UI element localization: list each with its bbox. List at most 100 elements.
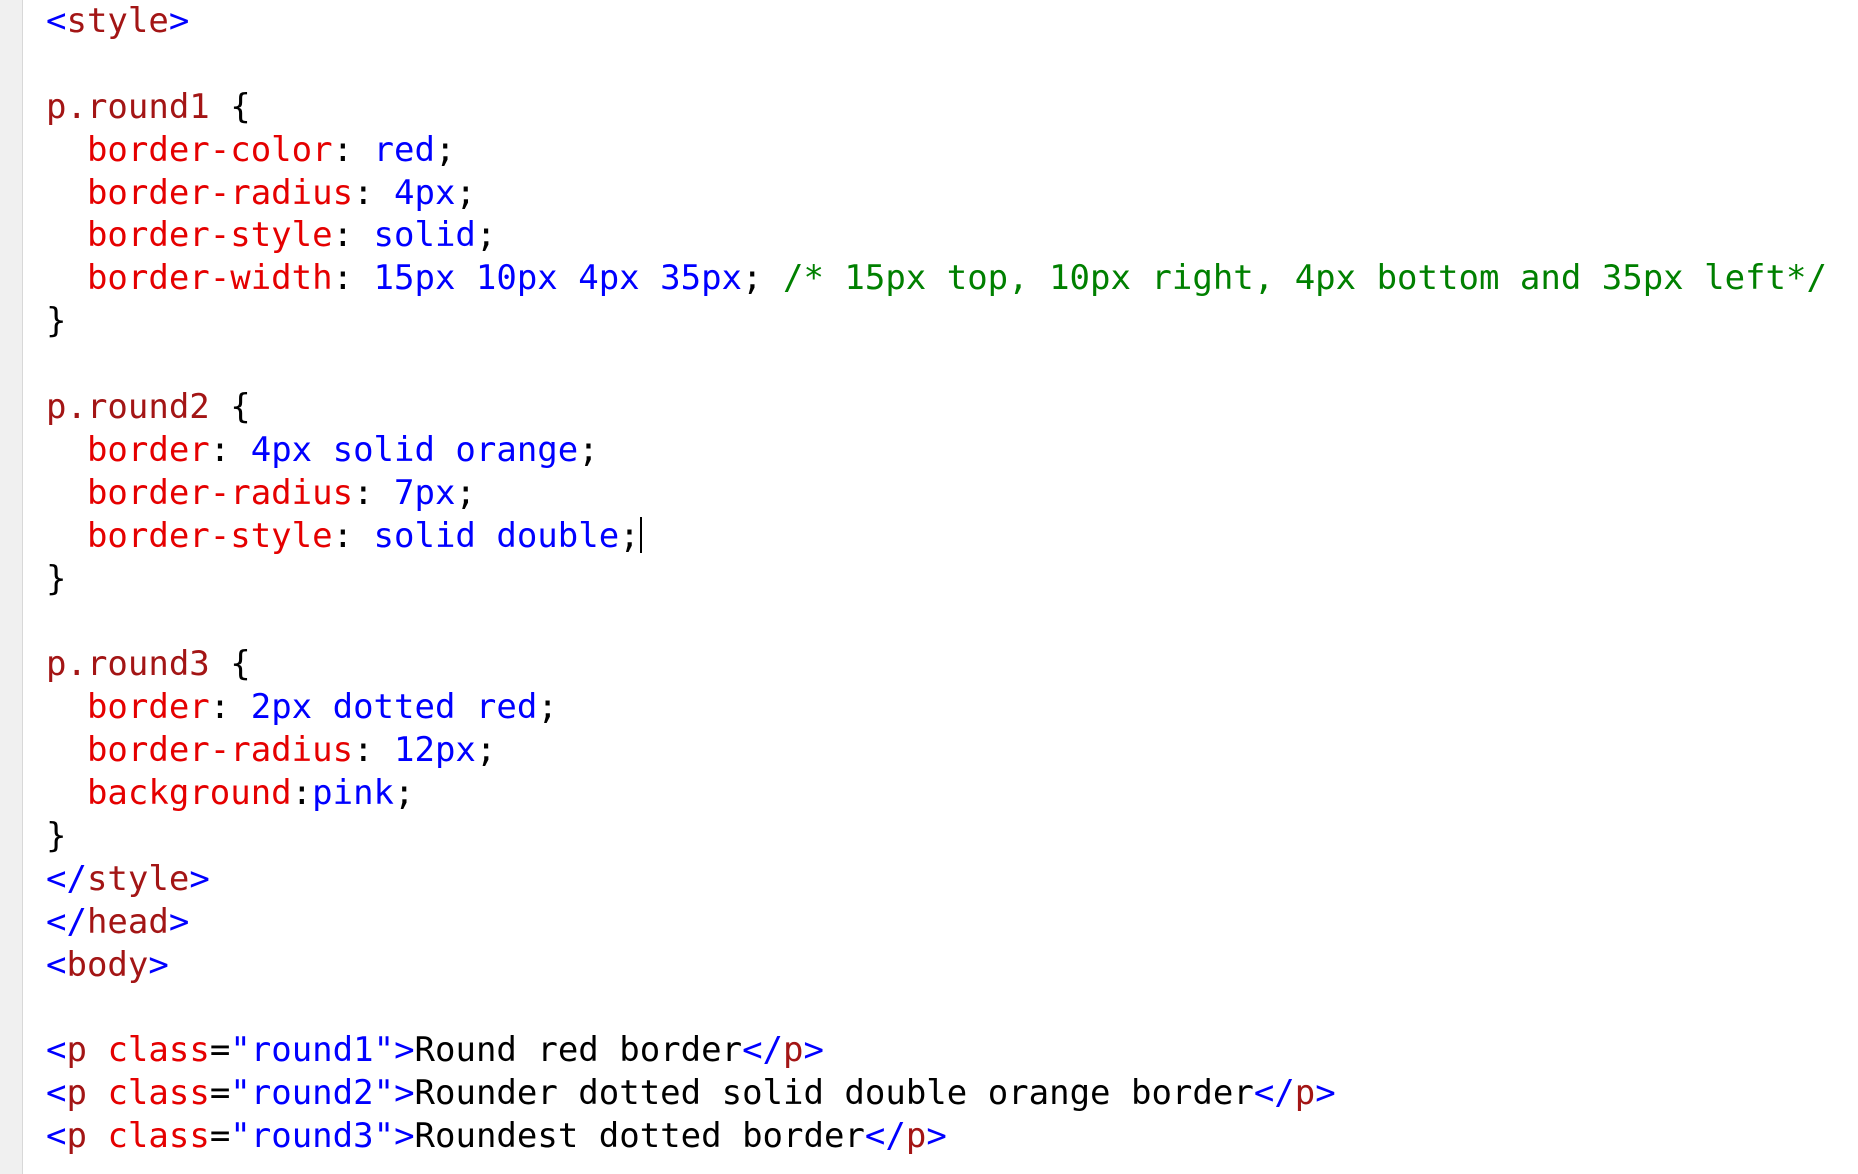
code-line[interactable]: background:pink;	[46, 772, 1827, 815]
code-token: :	[291, 773, 313, 814]
code-token: :	[353, 472, 395, 513]
code-line[interactable]: <p class="round1">Round red border</p>	[46, 1029, 1827, 1072]
code-token: {	[209, 387, 251, 428]
code-line[interactable]: <body>	[46, 944, 1827, 987]
code-token: p	[66, 1073, 87, 1114]
code-token: >	[394, 1073, 415, 1114]
code-token: border-style	[86, 215, 333, 256]
code-line[interactable]: border-style: solid;	[46, 214, 1827, 257]
code-token: </	[46, 858, 87, 899]
code-line[interactable]: <p class="round2">Rounder dotted solid d…	[46, 1072, 1827, 1115]
code-token: <	[46, 944, 67, 985]
code-area[interactable]: <style> p.round1 { border-color: red; bor…	[46, 0, 1827, 1158]
code-token: ;	[434, 129, 456, 170]
code-line[interactable]	[46, 343, 1827, 386]
editor-gutter	[0, 0, 23, 1174]
code-token: =	[209, 1073, 231, 1114]
code-line[interactable]	[46, 43, 1827, 86]
code-token: ;	[475, 215, 497, 256]
code-token: ;	[394, 773, 415, 814]
code-token: :	[332, 515, 374, 556]
code-line[interactable]: border-width: 15px 10px 4px 35px; /* 15p…	[46, 257, 1827, 300]
code-token: "round3"	[230, 1116, 395, 1157]
code-token: ;	[455, 472, 476, 513]
code-line[interactable]: <p class="round3">Roundest dotted border…	[46, 1115, 1827, 1158]
code-line[interactable]: border-radius: 7px;	[46, 472, 1827, 515]
code-line[interactable]: }	[46, 815, 1827, 858]
code-token: >	[148, 944, 169, 985]
code-line[interactable]: }	[46, 558, 1827, 601]
code-token: 4px	[394, 172, 456, 213]
code-line[interactable]: border-color: red;	[46, 129, 1827, 172]
code-line[interactable]: }	[46, 300, 1827, 343]
code-token: /* 15px top, 10px right, 4px bottom and …	[782, 258, 1827, 299]
code-token: style	[86, 858, 190, 899]
code-token: border-color	[86, 129, 333, 170]
code-token: :	[332, 258, 374, 299]
code-line[interactable]: p.round2 {	[46, 386, 1827, 429]
code-token: 2px dotted red	[250, 687, 538, 728]
code-token: p.round2	[46, 387, 210, 428]
code-line[interactable]	[46, 986, 1827, 1029]
code-line[interactable]: </style>	[46, 858, 1827, 901]
code-token: p	[783, 1030, 804, 1071]
code-token: </	[1253, 1073, 1295, 1114]
code-line[interactable]: </head>	[46, 901, 1827, 944]
code-line[interactable]: border-radius: 12px;	[46, 729, 1827, 772]
text-cursor	[639, 516, 642, 553]
code-line[interactable]: border-style: solid double;	[46, 515, 1827, 558]
code-token: solid	[373, 215, 476, 256]
code-line[interactable]: border: 4px solid orange;	[46, 429, 1827, 472]
code-token: border-radius	[86, 472, 354, 513]
code-token: ;	[455, 172, 476, 213]
code-token: >	[189, 858, 210, 899]
code-token: Round red border	[414, 1030, 743, 1071]
code-editor[interactable]: <style> p.round1 { border-color: red; bor…	[0, 0, 1858, 1174]
code-token: class	[107, 1116, 210, 1157]
code-token: "round1"	[230, 1030, 395, 1071]
code-token: 15px 10px 4px 35px	[373, 258, 743, 299]
code-line[interactable]: border: 2px dotted red;	[46, 686, 1827, 729]
code-token: }	[46, 301, 67, 342]
code-token: :	[209, 429, 251, 470]
code-token: 4px solid orange	[250, 429, 579, 470]
code-token: p	[66, 1116, 87, 1157]
code-token: <	[46, 1073, 67, 1114]
code-token: ;	[537, 687, 558, 728]
code-token: 12px	[394, 730, 476, 771]
code-line[interactable]	[46, 600, 1827, 643]
code-token: border-style	[86, 515, 333, 556]
code-line[interactable]: p.round1 {	[46, 86, 1827, 129]
code-token: >	[803, 1030, 824, 1071]
code-token: border-width	[86, 258, 333, 299]
code-token: solid double	[373, 515, 620, 556]
code-line[interactable]: <style>	[46, 0, 1827, 43]
code-token: >	[168, 1, 190, 41]
code-token: :	[353, 730, 395, 771]
code-token: {	[209, 86, 251, 127]
code-token: border	[86, 429, 210, 470]
code-token: p	[1294, 1073, 1316, 1114]
code-token: :	[332, 215, 374, 256]
code-line[interactable]: border-radius: 4px;	[46, 172, 1827, 215]
code-token: =	[209, 1116, 231, 1157]
code-token: body	[66, 944, 149, 985]
code-token: ;	[742, 258, 783, 299]
code-token: Rounder dotted solid double orange borde…	[414, 1073, 1254, 1114]
code-token: >	[168, 901, 190, 942]
code-token: :	[332, 129, 374, 170]
code-token: 7px	[394, 472, 456, 513]
code-token: border-radius	[86, 172, 354, 213]
code-token: }	[46, 558, 67, 599]
code-token: border	[86, 687, 210, 728]
code-token: class	[107, 1073, 210, 1114]
code-line[interactable]: p.round3 {	[46, 643, 1827, 686]
